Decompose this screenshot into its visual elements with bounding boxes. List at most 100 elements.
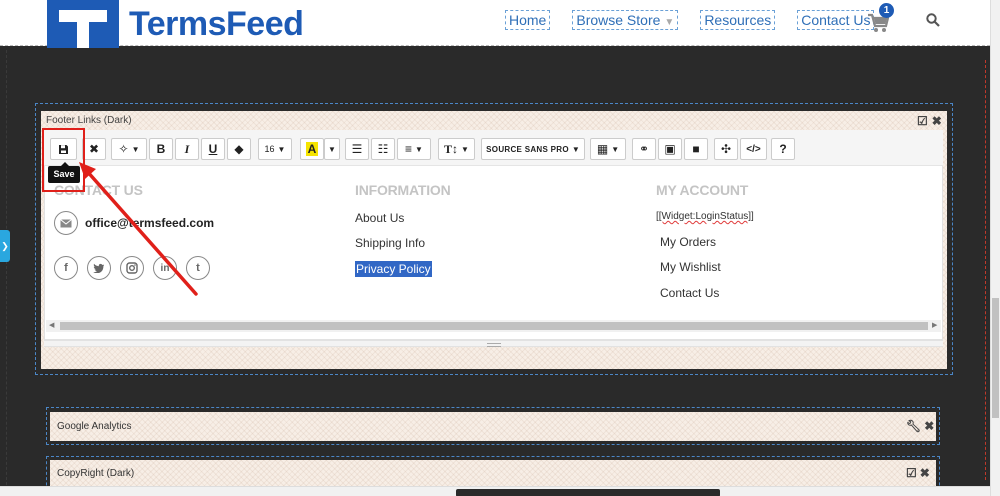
bullet-list-icon: ☰ xyxy=(351,142,363,156)
italic-button[interactable]: I xyxy=(175,138,199,160)
contact-email[interactable]: office@termsfeed.com xyxy=(85,216,214,230)
fullscreen-icon: ✣ xyxy=(720,142,732,156)
table-icon: ▦ xyxy=(596,142,609,156)
twitter-icon[interactable] xyxy=(87,256,111,280)
close-icon[interactable]: ✖ xyxy=(932,114,942,128)
information-heading: INFORMATION xyxy=(355,182,451,198)
video-button[interactable]: ■ xyxy=(684,138,708,160)
wrench-icon[interactable]: 🔧︎ xyxy=(906,419,921,433)
numbered-list-icon: ☷ xyxy=(377,142,389,156)
image-button[interactable]: ▣ xyxy=(658,138,682,160)
site-logo[interactable]: TermsFeed xyxy=(47,0,304,48)
text-style-button[interactable]: T↕ ▼ xyxy=(438,138,475,160)
link-privacy-policy[interactable]: Privacy Policy xyxy=(355,261,432,277)
nav-contact-us[interactable]: Contact Us xyxy=(797,10,875,30)
main-nav: Home Browse Store ▼ Resources Contact Us xyxy=(505,10,896,30)
nav-home[interactable]: Home xyxy=(505,10,551,30)
link-shipping-info[interactable]: Shipping Info xyxy=(355,236,425,250)
font-size-select[interactable]: 16 ▼ xyxy=(258,138,292,160)
scroll-right-icon[interactable]: ▶ xyxy=(932,321,937,329)
code-icon: </> xyxy=(746,143,761,155)
editor-resize-handle[interactable] xyxy=(44,340,943,347)
chevron-right-icon: ❯ xyxy=(1,241,9,251)
widget-tools: 🔧︎ ✖ xyxy=(906,419,934,433)
code-view-button[interactable]: </> xyxy=(740,138,767,160)
close-icon[interactable]: ✖ xyxy=(920,466,930,480)
login-status-token: [[Widget:LoginStatus]] xyxy=(656,211,754,222)
widget-title: CopyRight (Dark) xyxy=(57,468,135,479)
tumblr-icon[interactable]: t xyxy=(186,256,210,280)
font-family-select[interactable]: SOURCE SANS PRO ▼ xyxy=(481,138,585,160)
chevron-down-icon: ▼ xyxy=(328,144,336,154)
chevron-down-icon: ▼ xyxy=(611,144,620,154)
font-family-value: SOURCE SANS PRO xyxy=(486,144,569,154)
magic-wand-icon: ✧ xyxy=(118,142,129,156)
link-icon: ⚭ xyxy=(638,142,650,156)
linkedin-icon[interactable]: in xyxy=(153,256,177,280)
widget-tools: ☑ ✖ xyxy=(917,114,942,128)
nav-resources[interactable]: Resources xyxy=(700,10,776,30)
chevron-down-icon: ▼ xyxy=(571,144,580,154)
logo-text: TermsFeed xyxy=(129,4,304,43)
font-size-value: 16 xyxy=(264,144,275,154)
link-contact-us[interactable]: Contact Us xyxy=(660,286,719,300)
cancel-button[interactable]: ✖ xyxy=(82,138,106,160)
align-icon: ≡ xyxy=(405,142,413,156)
save-tooltip: Save xyxy=(48,162,80,183)
horizontal-scrollbar[interactable]: ◀ ▶ xyxy=(46,320,941,332)
underline-button[interactable]: U xyxy=(201,138,225,160)
fullscreen-button[interactable]: ✣ xyxy=(714,138,738,160)
horizontal-scrollbar[interactable] xyxy=(0,486,990,496)
edit-icon[interactable]: ☑ xyxy=(906,466,917,480)
help-button[interactable]: ? xyxy=(771,138,795,160)
chevron-down-icon: ▼ xyxy=(664,17,675,28)
logo-mark xyxy=(47,0,119,48)
eraser-icon: ◆ xyxy=(234,142,244,156)
scroll-left-icon[interactable]: ◀ xyxy=(49,321,54,329)
link-button[interactable]: ⚭ xyxy=(632,138,656,160)
chevron-down-icon: ▼ xyxy=(131,144,140,154)
nav-browse-store[interactable]: Browse Store ▼ xyxy=(572,10,679,30)
account-heading: MY ACCOUNT xyxy=(656,182,749,198)
image-icon: ▣ xyxy=(664,142,676,156)
bullet-list-button[interactable]: ☰ xyxy=(345,138,369,160)
envelope-icon xyxy=(54,211,78,235)
social-links: f in t xyxy=(54,256,210,280)
text-color-dropdown[interactable]: ▼ xyxy=(324,138,340,160)
chevron-down-icon: ▼ xyxy=(277,144,286,154)
contact-email-row: office@termsfeed.com xyxy=(54,211,214,235)
link-my-wishlist[interactable]: My Wishlist xyxy=(660,260,721,274)
align-button[interactable]: ≡ ▼ xyxy=(397,138,431,160)
italic-icon: I xyxy=(184,141,190,156)
widget-title: Footer Links (Dark) xyxy=(46,115,132,126)
numbered-list-button[interactable]: ☷ xyxy=(371,138,395,160)
chevron-down-icon: ▼ xyxy=(415,144,423,154)
vertical-scrollbar[interactable] xyxy=(990,0,1000,496)
text-height-icon: T↕ xyxy=(444,141,459,156)
search-icon[interactable] xyxy=(926,13,940,27)
instagram-icon[interactable] xyxy=(120,256,144,280)
bold-button[interactable]: B xyxy=(149,138,173,160)
widget-title: Google Analytics xyxy=(57,421,132,432)
clear-format-button[interactable]: ◆ xyxy=(227,138,251,160)
magic-format-button[interactable]: ✧ ▼ xyxy=(111,138,147,160)
nav-browse-store-label: Browse Store xyxy=(576,12,661,28)
link-about-us[interactable]: About Us xyxy=(355,211,404,225)
layout-guide xyxy=(6,50,7,490)
scrollbar-thumb[interactable] xyxy=(60,322,928,330)
edit-icon[interactable]: ☑ xyxy=(917,114,928,128)
help-icon: ? xyxy=(779,142,787,156)
text-color-button[interactable]: A xyxy=(300,138,324,160)
close-icon[interactable]: ✖ xyxy=(924,419,934,433)
cart-count-badge: 1 xyxy=(879,3,894,18)
widget-tools: ☑ ✖ xyxy=(906,466,930,480)
link-my-orders[interactable]: My Orders xyxy=(660,235,716,249)
widget-panel xyxy=(50,412,936,441)
facebook-icon[interactable]: f xyxy=(54,256,78,280)
bold-icon: B xyxy=(156,142,166,156)
scrollbar-thumb[interactable] xyxy=(456,489,720,496)
side-panel-toggle[interactable]: ❯ xyxy=(0,230,10,262)
layout-guide xyxy=(985,60,986,480)
scrollbar-thumb[interactable] xyxy=(992,298,999,418)
table-button[interactable]: ▦ ▼ xyxy=(590,138,626,160)
